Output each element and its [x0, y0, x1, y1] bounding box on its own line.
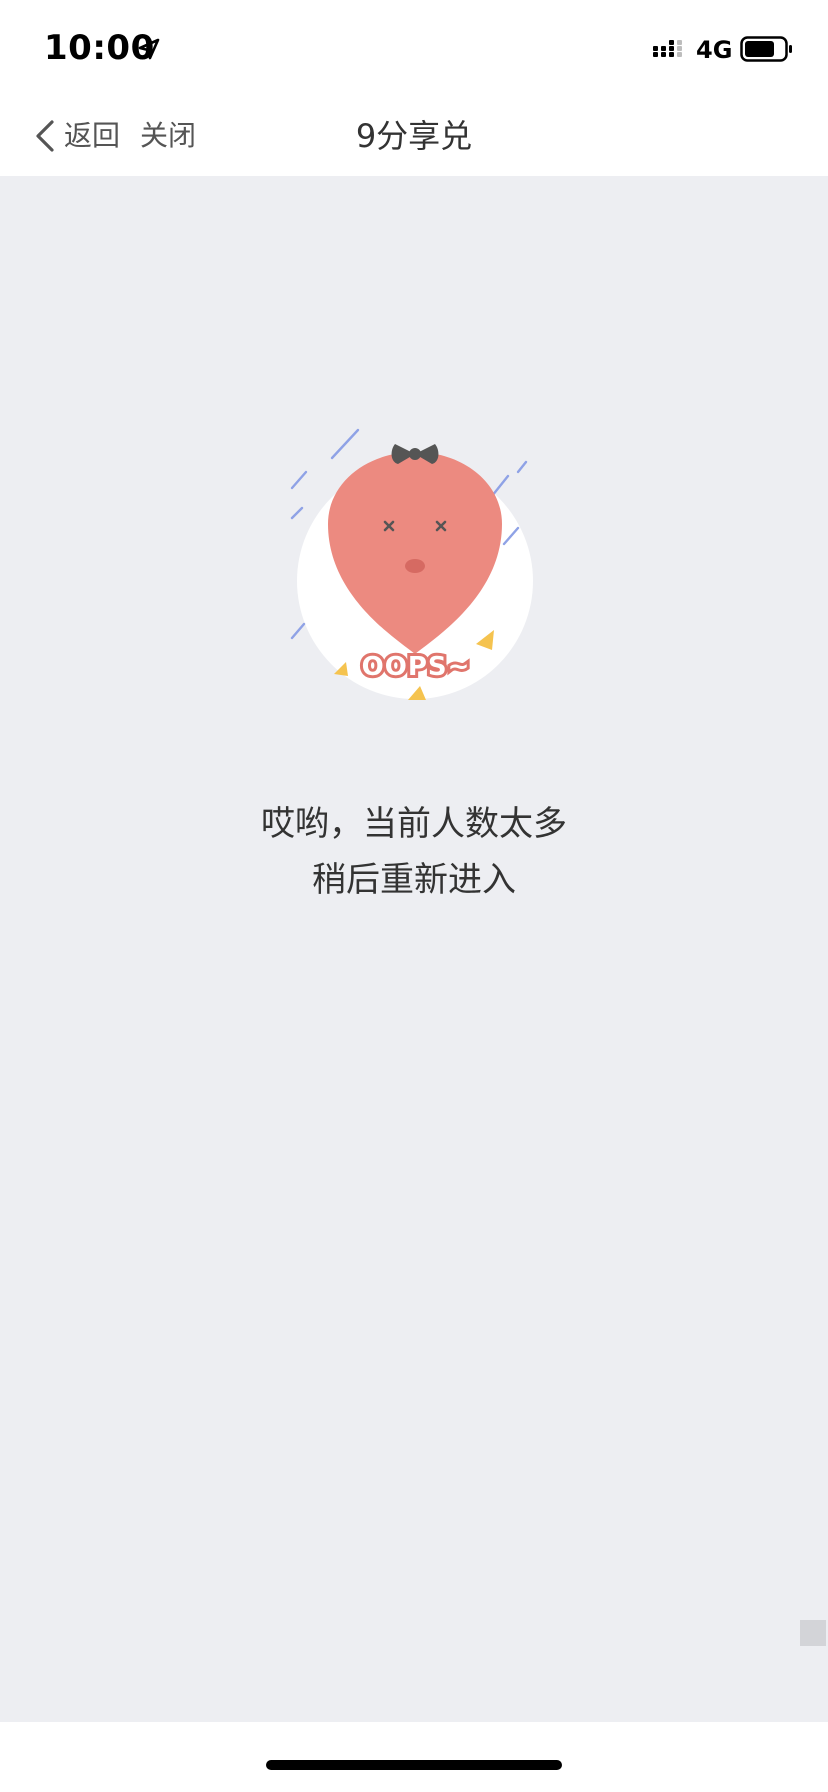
- battery-icon: [740, 36, 792, 62]
- error-message: 哎哟，当前人数太多 稍后重新进入: [0, 796, 828, 908]
- network-label: 4G: [696, 36, 733, 64]
- scroll-handle[interactable]: [800, 1620, 826, 1646]
- oops-balloon-illustration: OOPS~: [290, 428, 533, 700]
- error-message-line1: 哎哟，当前人数太多: [261, 804, 567, 844]
- status-bar: 10:00 4G: [0, 0, 828, 96]
- home-indicator[interactable]: [266, 1760, 562, 1770]
- signal-bars-icon: [653, 40, 682, 57]
- main-content: OOPS~ 哎哟，当前人数太多 稍后重新进入: [0, 176, 828, 1722]
- page-title: 9分享兑: [355, 117, 473, 155]
- nav-bar: 返回 关闭 9分享兑: [0, 96, 828, 177]
- location-arrow-icon: [138, 38, 160, 60]
- home-area: [0, 1722, 828, 1792]
- mouth: [405, 559, 425, 573]
- oops-label: OOPS~: [362, 652, 471, 682]
- error-message-line2: 稍后重新进入: [312, 860, 516, 900]
